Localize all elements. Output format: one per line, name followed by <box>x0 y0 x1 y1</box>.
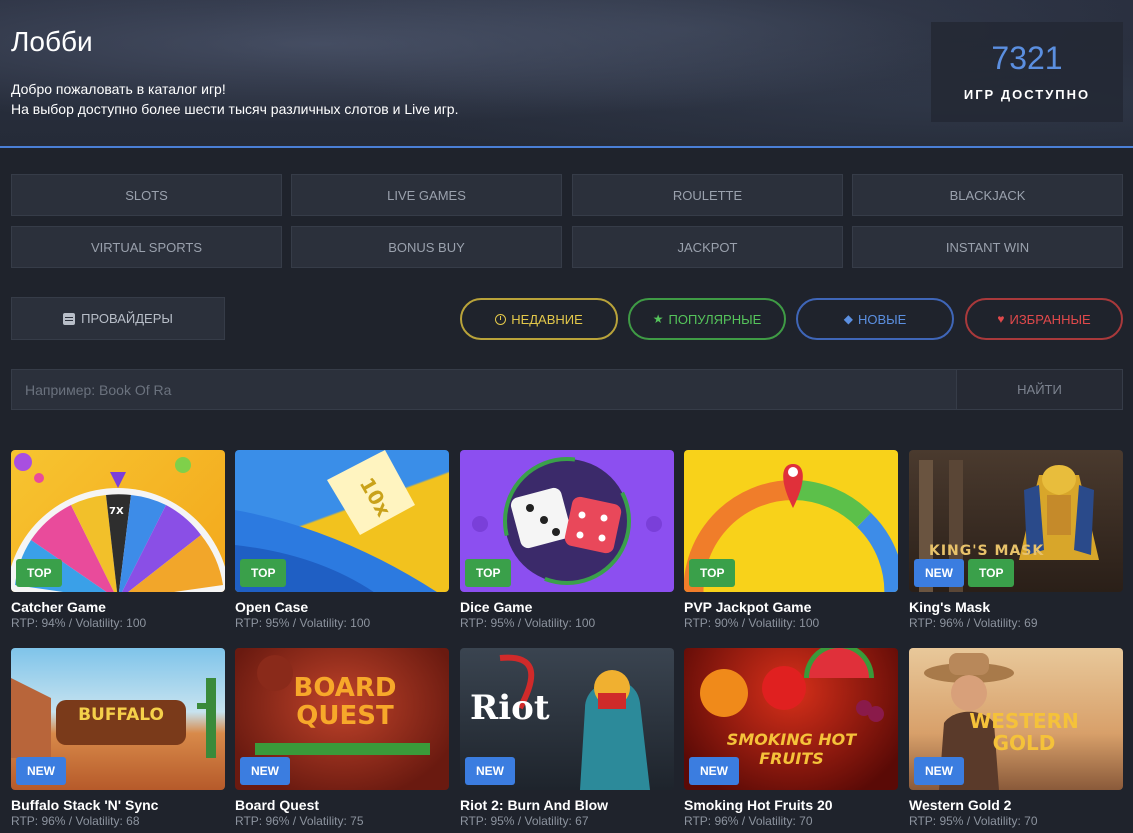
logo-text: KING'S MASK <box>929 543 1045 559</box>
search-button[interactable]: НАЙТИ <box>956 369 1123 410</box>
badges: NEW <box>914 757 964 785</box>
clock-icon <box>495 313 507 325</box>
game-stats: RTP: 96% / Volatility: 68 <box>11 814 140 828</box>
game-card-pvp-jackpot[interactable]: TOP PVP Jackpot Game RTP: 90% / Volatili… <box>684 450 898 630</box>
game-card-dice-game[interactable]: TOP Dice Game RTP: 95% / Volatility: 100 <box>460 450 674 630</box>
game-stats: RTP: 95% / Volatility: 70 <box>909 814 1038 828</box>
game-thumbnail[interactable]: Riot NEW <box>460 648 674 790</box>
filter-popular-button[interactable]: ★ ПОПУЛЯРНЫЕ <box>628 298 786 340</box>
logo-text: BOARD QUEST <box>293 673 397 731</box>
category-instant-win[interactable]: INSTANT WIN <box>852 226 1123 268</box>
new-badge: NEW <box>689 757 739 785</box>
badges: NEW <box>240 757 290 785</box>
catalog-description: На выбор доступно более шести тысяч разл… <box>11 101 459 117</box>
game-thumbnail[interactable]: 10x TOP <box>235 450 449 592</box>
game-stats: RTP: 96% / Volatility: 70 <box>684 814 813 828</box>
badges: TOP <box>16 559 63 587</box>
new-badge: NEW <box>914 559 964 587</box>
game-card-smoking-hot-fruits[interactable]: SMOKING HOT FRUITS NEW Smoking Hot Fruit… <box>684 648 898 828</box>
game-stats: RTP: 90% / Volatility: 100 <box>684 616 820 630</box>
providers-label: ПРОВАЙДЕРЫ <box>81 311 173 326</box>
game-stats: RTP: 96% / Volatility: 75 <box>235 814 364 828</box>
game-thumbnail[interactable]: TOP <box>460 450 674 592</box>
star-icon: ★ <box>652 312 664 326</box>
game-stats: RTP: 95% / Volatility: 100 <box>460 616 596 630</box>
game-thumbnail[interactable]: BOARD QUEST NEW <box>235 648 449 790</box>
badges: TOP <box>240 559 287 587</box>
game-card-open-case[interactable]: 10x TOP Open Case RTP: 95% / Volatility:… <box>235 450 449 630</box>
badges: NEW TOP <box>914 559 1015 587</box>
game-thumbnail[interactable]: 7X TOP <box>11 450 225 592</box>
filter-recent-label: НЕДАВНИЕ <box>511 311 583 327</box>
logo-text: WESTERN GOLD <box>969 709 1079 755</box>
top-badge: TOP <box>968 559 1015 587</box>
top-badge: TOP <box>465 559 512 587</box>
game-stats: RTP: 94% / Volatility: 100 <box>11 616 147 630</box>
game-stats: RTP: 96% / Volatility: 69 <box>909 616 1038 630</box>
game-card-western-gold-2[interactable]: WESTERN GOLD NEW Western Gold 2 RTP: 95%… <box>909 648 1123 828</box>
game-card-riot-2[interactable]: Riot NEW Riot 2: Burn And Blow RTP: 95% … <box>460 648 674 828</box>
game-title[interactable]: Smoking Hot Fruits 20 <box>684 797 898 813</box>
filter-favorites-button[interactable]: ♥ ИЗБРАННЫЕ <box>965 298 1123 340</box>
game-thumbnail[interactable]: WESTERN GOLD NEW <box>909 648 1123 790</box>
filter-favorites-label: ИЗБРАННЫЕ <box>1009 311 1091 327</box>
new-badge: NEW <box>914 757 964 785</box>
badges: NEW <box>16 757 66 785</box>
game-thumbnail[interactable]: SMOKING HOT FRUITS NEW <box>684 648 898 790</box>
top-badge: TOP <box>16 559 63 587</box>
game-thumbnail[interactable]: BUFFALO NEW <box>11 648 225 790</box>
badges: NEW <box>689 757 739 785</box>
game-title[interactable]: Catcher Game <box>11 599 225 615</box>
game-stats: RTP: 95% / Volatility: 67 <box>460 814 589 828</box>
game-title[interactable]: Buffalo Stack 'N' Sync <box>11 797 225 813</box>
logo-text: Riot <box>470 688 550 728</box>
search-input[interactable] <box>11 369 956 410</box>
filter-new-button[interactable]: ◆ НОВЫЕ <box>796 298 954 340</box>
game-title[interactable]: PVP Jackpot Game <box>684 599 898 615</box>
top-badge: TOP <box>240 559 287 587</box>
game-thumbnail[interactable]: TOP <box>684 450 898 592</box>
game-card-board-quest[interactable]: BOARD QUEST NEW Board Quest RTP: 96% / V… <box>235 648 449 828</box>
category-blackjack[interactable]: BLACKJACK <box>852 174 1123 216</box>
badges: TOP <box>465 559 512 587</box>
game-title[interactable]: Open Case <box>235 599 449 615</box>
game-title[interactable]: Dice Game <box>460 599 674 615</box>
category-bonus-buy[interactable]: BONUS BUY <box>291 226 562 268</box>
games-count: 7321 <box>991 40 1063 76</box>
game-stats: RTP: 95% / Volatility: 100 <box>235 616 371 630</box>
new-badge: NEW <box>465 757 515 785</box>
logo-text: BUFFALO <box>78 705 164 725</box>
providers-button[interactable]: ПРОВАЙДЕРЫ <box>11 297 225 340</box>
filter-popular-label: ПОПУЛЯРНЫЕ <box>668 311 762 327</box>
game-title[interactable]: Riot 2: Burn And Blow <box>460 797 674 813</box>
game-thumbnail[interactable]: KING'S MASK NEW TOP <box>909 450 1123 592</box>
new-badge: NEW <box>16 757 66 785</box>
category-live-games[interactable]: LIVE GAMES <box>291 174 562 216</box>
category-jackpot[interactable]: JACKPOT <box>572 226 843 268</box>
game-title[interactable]: Western Gold 2 <box>909 797 1123 813</box>
category-slots[interactable]: SLOTS <box>11 174 282 216</box>
multiplier-text: 7X <box>109 506 124 517</box>
category-roulette[interactable]: ROULETTE <box>572 174 843 216</box>
welcome-text: Добро пожаловать в каталог игр! <box>11 81 226 97</box>
new-badge: NEW <box>240 757 290 785</box>
filter-new-label: НОВЫЕ <box>857 311 907 327</box>
game-card-buffalo-stack-n-sync[interactable]: BUFFALO NEW Buffalo Stack 'N' Sync RTP: … <box>11 648 225 828</box>
game-card-catcher-game[interactable]: 7X TOP Catcher Game RTP: 94% / Volatilit… <box>11 450 225 630</box>
game-title[interactable]: Board Quest <box>235 797 449 813</box>
page-title: Лобби <box>11 26 93 57</box>
list-icon <box>63 312 76 325</box>
badges: TOP <box>689 559 736 587</box>
games-count-label: ИГР ДОСТУПНО <box>963 87 1091 102</box>
top-badge: TOP <box>689 559 736 587</box>
badges: NEW <box>465 757 515 785</box>
category-virtual-sports[interactable]: VIRTUAL SPORTS <box>11 226 282 268</box>
heart-icon: ♥ <box>997 312 1005 326</box>
diamond-icon: ◆ <box>843 312 853 326</box>
game-card-kings-mask[interactable]: KING'S MASK NEW TOP King's Mask RTP: 96%… <box>909 450 1123 630</box>
lobby-header: Лобби Добро пожаловать в каталог игр! На… <box>0 0 1133 148</box>
game-title[interactable]: King's Mask <box>909 599 1123 615</box>
filter-recent-button[interactable]: НЕДАВНИЕ <box>460 298 618 340</box>
games-counter: 7321 ИГР ДОСТУПНО <box>931 22 1123 122</box>
